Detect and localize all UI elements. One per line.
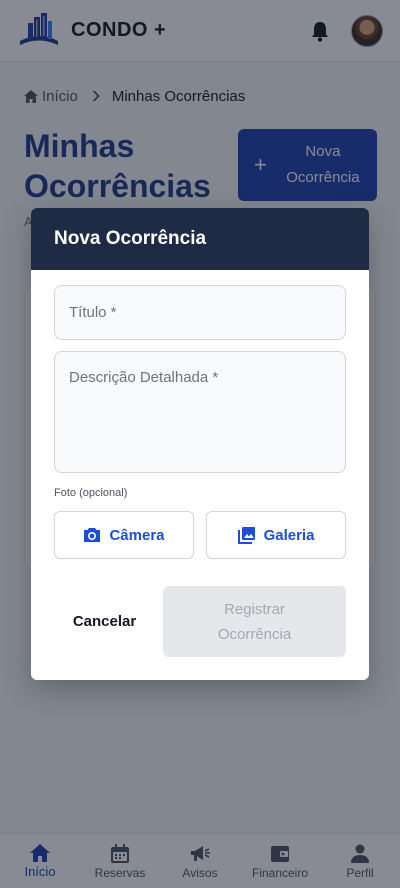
title-input[interactable]: Título * (54, 285, 346, 340)
camera-label: Câmera (109, 526, 165, 544)
gallery-label: Galeria (263, 526, 315, 544)
camera-button[interactable]: Câmera (54, 511, 194, 559)
camera-icon (84, 528, 101, 542)
description-textarea[interactable]: Descrição Detalhada * (54, 351, 346, 473)
description-placeholder: Descrição Detalhada * (69, 369, 219, 386)
new-occurrence-modal: Nova Ocorrência Título * Descrição Detal… (31, 208, 369, 680)
modal-header: Nova Ocorrência (31, 208, 369, 270)
submit-occurrence-button[interactable]: Registrar Ocorrência (163, 586, 346, 657)
gallery-button[interactable]: Galeria (206, 511, 346, 559)
photo-label: Foto (opcional) (54, 487, 128, 499)
modal-title: Nova Ocorrência (54, 228, 207, 249)
gallery-icon (237, 527, 255, 544)
cancel-button[interactable]: Cancelar (54, 586, 155, 656)
title-placeholder: Título * (69, 304, 117, 321)
